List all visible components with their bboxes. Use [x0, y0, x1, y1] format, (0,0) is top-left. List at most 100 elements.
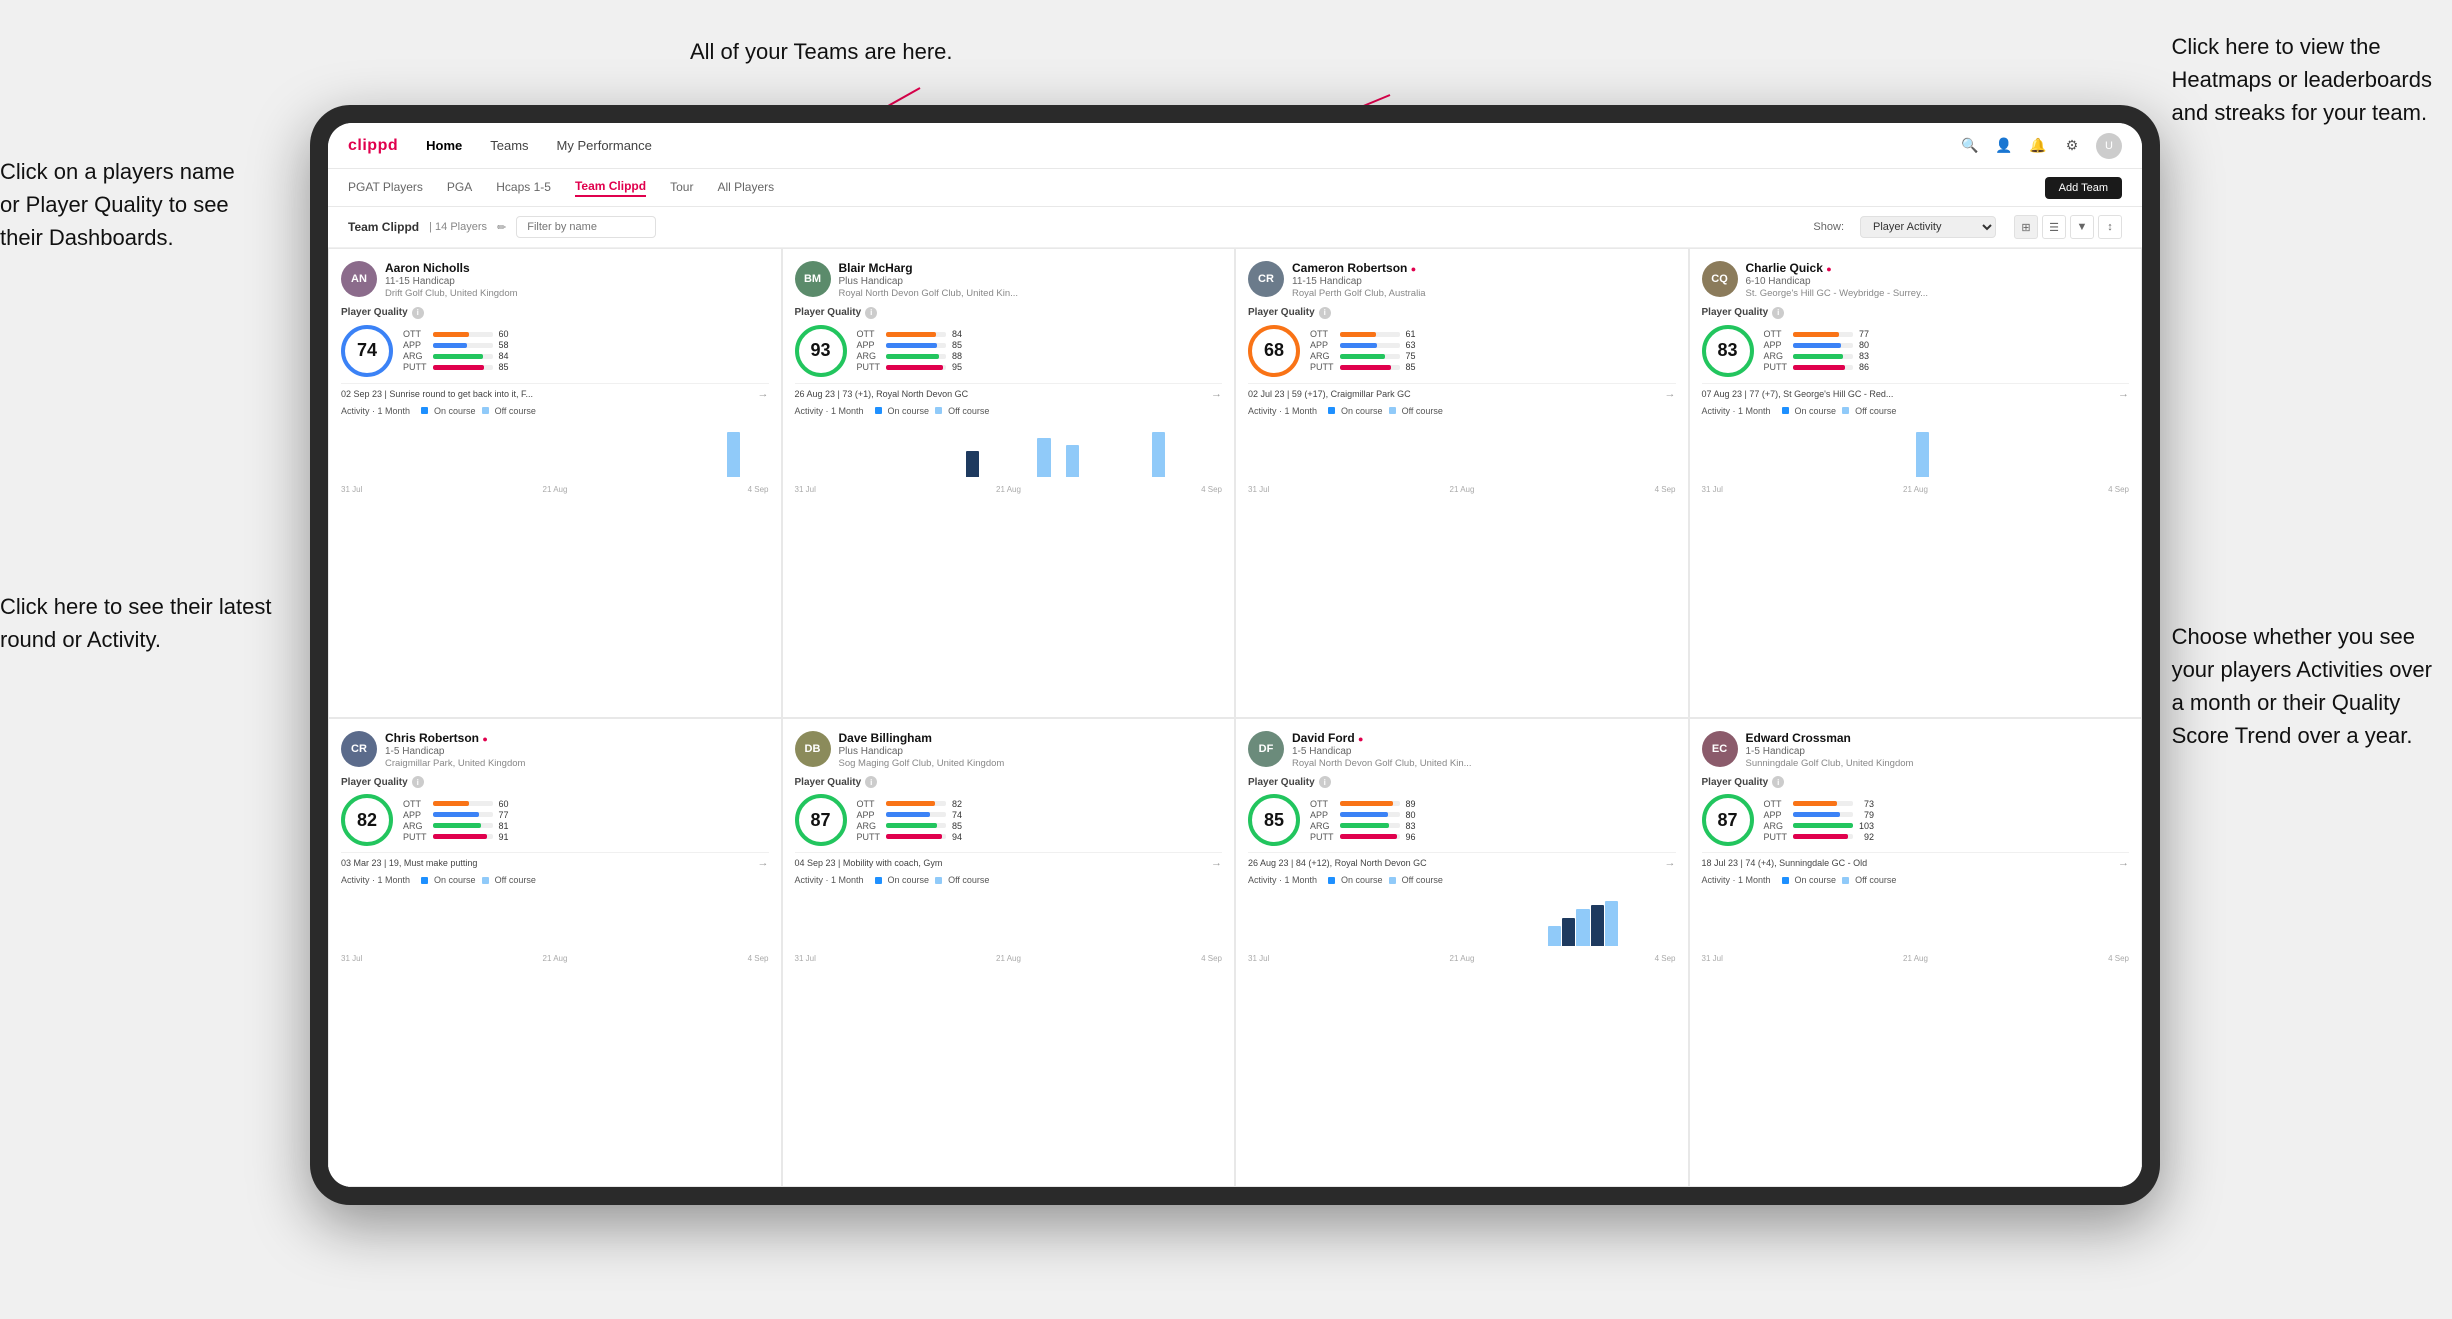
- sub-nav-pga[interactable]: PGA: [447, 180, 472, 196]
- nav-item-performance[interactable]: My Performance: [557, 138, 652, 153]
- player-quality-label[interactable]: Player Quality i: [1702, 776, 2130, 788]
- sub-nav-tour[interactable]: Tour: [670, 180, 693, 196]
- chart-bar: [1944, 944, 1957, 946]
- nav-item-home[interactable]: Home: [426, 138, 462, 153]
- player-name[interactable]: Blair McHarg: [839, 261, 1223, 275]
- player-info: Edward Crossman 1-5 Handicap Sunningdale…: [1746, 731, 2130, 771]
- last-round-arrow[interactable]: →: [758, 388, 769, 400]
- sort-icon[interactable]: ↕: [2098, 215, 2122, 239]
- stat-value-arg: 85: [952, 821, 962, 831]
- stat-label-putt: PUTT: [403, 832, 427, 842]
- chart-bar: [1477, 944, 1490, 946]
- chart-bar: [1816, 475, 1829, 477]
- last-round-arrow[interactable]: →: [1211, 388, 1222, 400]
- chart-bar: [684, 475, 697, 477]
- filter-input[interactable]: [516, 216, 656, 238]
- quality-circle[interactable]: 87: [795, 794, 847, 846]
- last-round-text: 07 Aug 23 | 77 (+7), St George's Hill GC…: [1702, 389, 2115, 399]
- player-avatar[interactable]: EC: [1702, 731, 1738, 767]
- sub-nav-pgat[interactable]: PGAT Players: [348, 180, 423, 196]
- chart-bar: [2073, 944, 2086, 946]
- quality-circle[interactable]: 68: [1248, 325, 1300, 377]
- nav-item-teams[interactable]: Teams: [490, 138, 528, 153]
- player-avatar[interactable]: CR: [341, 731, 377, 767]
- player-avatar[interactable]: DB: [795, 731, 831, 767]
- last-round-arrow[interactable]: →: [2118, 388, 2129, 400]
- show-select[interactable]: Player Activity Quality Score Trend: [1860, 216, 1996, 238]
- last-round-arrow[interactable]: →: [1665, 388, 1676, 400]
- chart-bar: [980, 944, 993, 946]
- quality-circle[interactable]: 87: [1702, 794, 1754, 846]
- sub-nav-all-players[interactable]: All Players: [717, 180, 774, 196]
- on-course-legend: [875, 877, 882, 884]
- player-quality-label[interactable]: Player Quality i: [795, 776, 1223, 788]
- chart-bar: [2116, 475, 2129, 477]
- chart-bar: [1491, 475, 1504, 477]
- chart-bar: [1152, 944, 1165, 946]
- player-name[interactable]: Aaron Nicholls: [385, 261, 769, 275]
- player-quality-label[interactable]: Player Quality i: [341, 307, 769, 319]
- stat-label-putt: PUTT: [403, 362, 427, 372]
- pencil-icon[interactable]: ✏: [497, 221, 506, 234]
- chart-bar: [727, 432, 740, 477]
- stat-label-app: APP: [403, 340, 427, 350]
- stat-label-app: APP: [1764, 810, 1788, 820]
- last-round-arrow[interactable]: →: [1665, 857, 1676, 869]
- player-name[interactable]: Charlie Quick ●: [1746, 261, 2130, 275]
- last-round-text: 26 Aug 23 | 73 (+1), Royal North Devon G…: [795, 389, 1208, 399]
- last-round-arrow[interactable]: →: [2118, 857, 2129, 869]
- chart-bar: [698, 475, 711, 477]
- player-name[interactable]: Chris Robertson ●: [385, 731, 769, 745]
- player-name[interactable]: Cameron Robertson ●: [1292, 261, 1676, 275]
- grid-view-icon[interactable]: ⊞: [2014, 215, 2038, 239]
- add-team-button[interactable]: Add Team: [2045, 177, 2122, 199]
- chart-bar: [584, 944, 597, 946]
- quality-circle[interactable]: 83: [1702, 325, 1754, 377]
- activity-label: Activity · 1 Month On course Off course: [1248, 406, 1676, 416]
- quality-circle[interactable]: 74: [341, 325, 393, 377]
- player-handicap: 1-5 Handicap: [385, 745, 769, 758]
- player-avatar[interactable]: DF: [1248, 731, 1284, 767]
- filter-icon[interactable]: ▼: [2070, 215, 2094, 239]
- user-avatar[interactable]: U: [2096, 133, 2122, 159]
- player-handicap: 6-10 Handicap: [1746, 275, 2130, 288]
- stat-bar-ott: [1340, 332, 1400, 337]
- stat-label-ott: OTT: [403, 329, 427, 339]
- player-avatar[interactable]: BM: [795, 261, 831, 297]
- chart-bar: [2016, 944, 2029, 946]
- bell-icon[interactable]: 🔔: [2028, 136, 2048, 156]
- player-name[interactable]: Dave Billingham: [839, 731, 1223, 745]
- quality-circle[interactable]: 93: [795, 325, 847, 377]
- chart-bar: [2044, 475, 2057, 477]
- last-round-arrow[interactable]: →: [758, 857, 769, 869]
- chart-bar: [1334, 475, 1347, 477]
- profile-icon[interactable]: 👤: [1994, 136, 2014, 156]
- list-view-icon[interactable]: ☰: [2042, 215, 2066, 239]
- activity-chart: [795, 422, 1223, 477]
- settings-icon[interactable]: ⚙: [2062, 136, 2082, 156]
- player-info: Charlie Quick ● 6-10 Handicap St. George…: [1746, 261, 2130, 301]
- sub-nav-team-clippd[interactable]: Team Clippd: [575, 179, 646, 197]
- player-avatar[interactable]: AN: [341, 261, 377, 297]
- player-quality-label[interactable]: Player Quality i: [341, 776, 769, 788]
- player-quality-label[interactable]: Player Quality i: [795, 307, 1223, 319]
- quality-circle[interactable]: 82: [341, 794, 393, 846]
- chart-bar: [1562, 918, 1575, 947]
- quality-circle[interactable]: 85: [1248, 794, 1300, 846]
- player-quality-label[interactable]: Player Quality i: [1248, 776, 1676, 788]
- player-avatar[interactable]: CR: [1248, 261, 1284, 297]
- sub-nav-hcaps[interactable]: Hcaps 1-5: [496, 180, 551, 196]
- off-course-legend: [1389, 407, 1396, 414]
- chart-bar: [1391, 944, 1404, 946]
- player-quality-label[interactable]: Player Quality i: [1702, 307, 2130, 319]
- player-name[interactable]: Edward Crossman: [1746, 731, 2130, 745]
- chart-bar: [470, 944, 483, 946]
- player-name[interactable]: David Ford ●: [1292, 731, 1676, 745]
- player-quality-label[interactable]: Player Quality i: [1248, 307, 1676, 319]
- chart-bar: [398, 475, 411, 477]
- search-icon[interactable]: 🔍: [1960, 136, 1980, 156]
- chart-bar: [1434, 475, 1447, 477]
- player-avatar[interactable]: CQ: [1702, 261, 1738, 297]
- last-round-arrow[interactable]: →: [1211, 857, 1222, 869]
- chart-bar: [923, 475, 936, 477]
